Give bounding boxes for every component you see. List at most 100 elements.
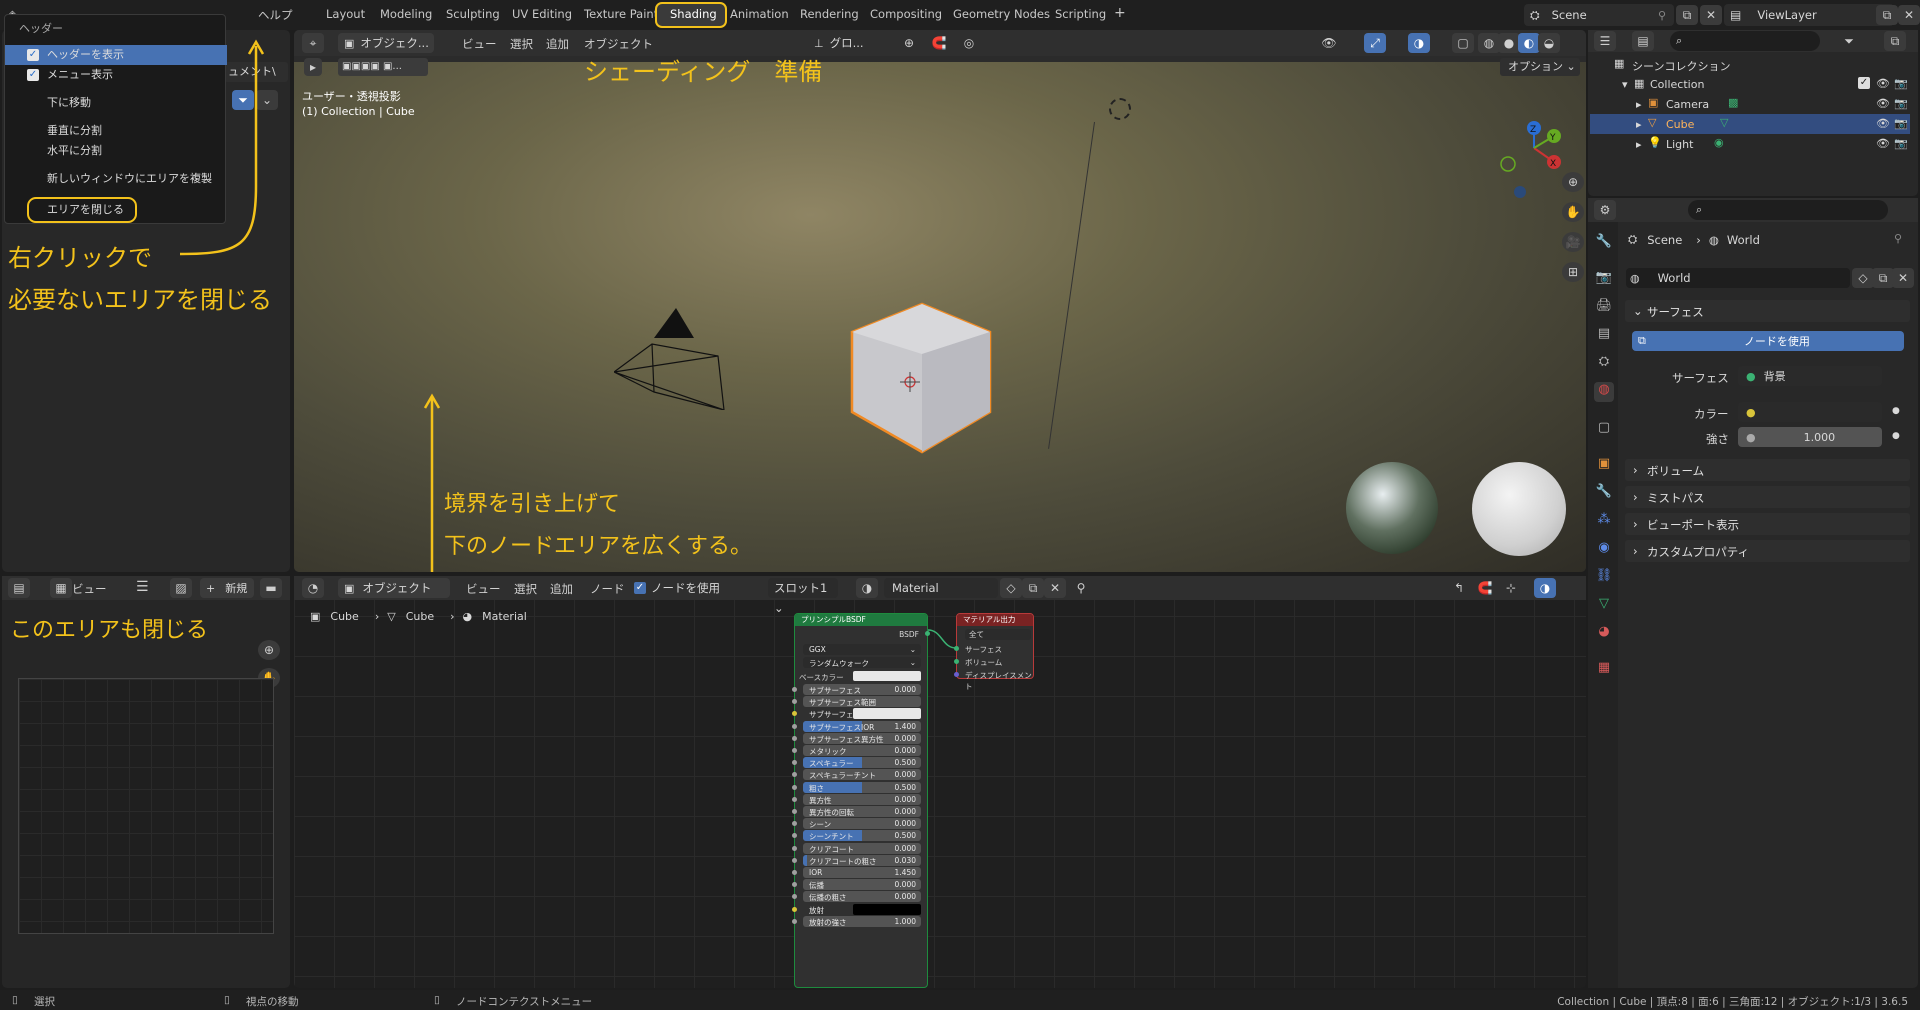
section-mist-pass[interactable]: › ミストパス bbox=[1625, 486, 1910, 508]
section-viewport-display[interactable]: › ビューポート表示 bbox=[1625, 513, 1910, 535]
xray-icon[interactable]: ▢ bbox=[1452, 33, 1474, 53]
bsdf-input-row[interactable]: クリアコートの粗さ 0.030 bbox=[792, 854, 921, 866]
camera-view-icon[interactable]: 🎥 bbox=[1562, 232, 1584, 252]
material-name-field[interactable]: Material bbox=[884, 578, 998, 598]
gizmo-icon[interactable]: ⤢ bbox=[1364, 33, 1386, 53]
node-menu-select[interactable]: 選択 bbox=[514, 581, 537, 597]
tab-texture-paint[interactable]: Texture Paint bbox=[584, 7, 658, 21]
material-browse-icon[interactable]: ◑ bbox=[856, 578, 878, 598]
input-socket[interactable] bbox=[792, 748, 797, 753]
filter-icon[interactable]: ⏷ bbox=[1838, 31, 1860, 51]
tab-shading[interactable]: Shading bbox=[670, 7, 717, 21]
checkbox-icon[interactable]: ✓ bbox=[1858, 77, 1870, 89]
input-socket[interactable] bbox=[792, 809, 797, 814]
color-field[interactable]: ● bbox=[1738, 402, 1882, 422]
zoom-icon[interactable]: ⊕ bbox=[258, 640, 280, 660]
strength-field[interactable]: ● 1.000 bbox=[1738, 427, 1882, 447]
tab-modeling[interactable]: Modeling bbox=[380, 7, 432, 21]
shading-rendered-icon[interactable]: ◒ bbox=[1538, 33, 1560, 53]
add-workspace-button[interactable]: + bbox=[1114, 5, 1126, 21]
tool-tab-icon[interactable]: 🔧 bbox=[1594, 234, 1614, 254]
bsdf-input-row[interactable]: 異方性の回転 0.000 bbox=[792, 806, 921, 817]
ortho-grid-icon[interactable]: ⊞ bbox=[1562, 262, 1584, 282]
editor-type-icon[interactable]: ▤ bbox=[8, 578, 30, 598]
tab-uv-editing[interactable]: UV Editing bbox=[512, 7, 572, 21]
cube-object[interactable] bbox=[850, 302, 1000, 462]
viewport-menu-add[interactable]: 追加 bbox=[546, 36, 569, 52]
principled-bsdf-node[interactable]: プリンシプルBSDF BSDF GGX ⌄ ランダムウォーク ⌄ ベースカラー サブ… bbox=[792, 613, 930, 988]
bsdf-input-row[interactable]: 粗さ 0.500 bbox=[792, 781, 921, 793]
input-socket[interactable] bbox=[792, 845, 797, 851]
shading-solid-icon[interactable]: ● bbox=[1498, 33, 1520, 53]
volume-socket[interactable] bbox=[954, 659, 959, 664]
outliner-root[interactable]: ▦ シーンコレクション bbox=[1590, 54, 1910, 74]
input-socket[interactable] bbox=[792, 723, 797, 729]
node-menu-view[interactable]: ビュー bbox=[466, 581, 501, 597]
transform-orientation[interactable]: ⊥ グロ... bbox=[814, 33, 892, 53]
image-grid[interactable] bbox=[18, 678, 274, 934]
scene-selector[interactable]: ⛭ Scene ⚲ bbox=[1524, 4, 1674, 26]
bsdf-input-row[interactable]: シーン 0.000 bbox=[792, 818, 921, 830]
shading-wireframe-icon[interactable]: ◍ bbox=[1478, 33, 1500, 53]
eye-icon[interactable]: 👁 bbox=[1876, 97, 1890, 110]
shader-node-editor[interactable]: ◔ ▣ オブジェクト ビュー 選択 追加 ノード ✓ ノードを使用 スロット1 … bbox=[294, 576, 1586, 988]
bsdf-input-row[interactable]: 伝播の粗さ 0.000 bbox=[792, 891, 921, 903]
tab-geometry-nodes[interactable]: Geometry Nodes bbox=[953, 7, 1050, 21]
view-layer-selector[interactable]: ▤ ViewLayer bbox=[1724, 4, 1894, 26]
select-mode-buttons[interactable]: ▣▣▣▣ ▣... bbox=[338, 58, 428, 76]
unlink-material-icon[interactable]: ✕ bbox=[1044, 578, 1066, 598]
keyframe-dot-icon[interactable]: ● bbox=[1892, 431, 1900, 441]
displacement-socket[interactable] bbox=[954, 672, 959, 677]
outliner-search-input[interactable]: ⌕ bbox=[1670, 31, 1820, 51]
bsdf-input-row[interactable]: 伝播 0.000 bbox=[792, 879, 921, 891]
image-mode-icon[interactable]: ▦ bbox=[50, 578, 72, 598]
input-socket[interactable] bbox=[792, 687, 797, 692]
unlink-world-icon[interactable]: ✕ bbox=[1892, 268, 1914, 288]
delete-scene-icon[interactable]: ✕ bbox=[1700, 5, 1722, 25]
shading-material-icon[interactable]: ◐ bbox=[1518, 33, 1540, 53]
viewport-menu-object[interactable]: オブジェクト bbox=[584, 36, 653, 52]
pivot-icon[interactable]: ⊕ bbox=[898, 33, 920, 53]
duplicate-material-icon[interactable]: ⧉ bbox=[1022, 578, 1044, 598]
viewport-3d[interactable]: ⌖ ▣ オブジェク... ビュー 選択 追加 オブジェクト ⊥ グロ... ⊕ 🧲… bbox=[294, 30, 1586, 572]
bsdf-input-row[interactable]: スペキュラー 0.500 bbox=[792, 757, 921, 769]
delete-view-layer-icon[interactable]: ✕ bbox=[1898, 5, 1920, 25]
editor-type-icon[interactable]: ☰ bbox=[1594, 31, 1616, 51]
bsdf-input-row[interactable]: 放射 bbox=[792, 903, 921, 915]
menu-help[interactable]: ヘルプ bbox=[258, 7, 293, 23]
data-tab-icon[interactable]: ▽ bbox=[1594, 596, 1614, 616]
surface-socket[interactable] bbox=[954, 646, 959, 651]
physics-tab-icon[interactable]: ◉ bbox=[1594, 540, 1614, 560]
view-layer-tab-icon[interactable]: ▤ bbox=[1594, 326, 1614, 346]
object-tab-icon[interactable]: ▣ bbox=[1594, 456, 1614, 476]
overlay-icon[interactable]: ◑ bbox=[1534, 578, 1556, 598]
input-socket[interactable] bbox=[792, 699, 797, 705]
input-socket[interactable] bbox=[792, 894, 797, 900]
color-swatch[interactable] bbox=[853, 708, 921, 720]
bsdf-input-row[interactable]: IOR 1.450 bbox=[792, 867, 921, 878]
input-socket[interactable] bbox=[792, 906, 797, 912]
viewport-menu-select[interactable]: 選択 bbox=[510, 36, 533, 52]
input-socket[interactable] bbox=[792, 735, 797, 741]
eye-icon[interactable]: 👁 bbox=[1876, 137, 1890, 150]
input-socket[interactable] bbox=[792, 918, 797, 924]
collection-tab-icon[interactable]: ▢ bbox=[1594, 420, 1614, 440]
zoom-icon[interactable]: ⊕ bbox=[1562, 172, 1584, 192]
world-tab-icon[interactable]: ◍ bbox=[1594, 382, 1614, 402]
bsdf-input-row[interactable]: 放射の強さ 1.000 bbox=[792, 915, 921, 927]
pan-hand-icon[interactable]: ✋ bbox=[1562, 202, 1584, 222]
proportional-edit-icon[interactable]: ◎ bbox=[958, 33, 980, 53]
input-socket[interactable] bbox=[792, 760, 797, 766]
texture-tab-icon[interactable]: ▦ bbox=[1594, 660, 1614, 680]
camera-object[interactable] bbox=[614, 300, 734, 410]
new-image-button[interactable]: + 新規 bbox=[200, 578, 254, 598]
new-scene-icon[interactable]: ⧉ bbox=[1676, 5, 1698, 25]
image-browse-icon[interactable]: ▨ bbox=[170, 578, 192, 598]
keyframe-dot-icon[interactable]: ● bbox=[1892, 406, 1900, 416]
input-socket[interactable] bbox=[792, 882, 797, 888]
input-socket[interactable] bbox=[792, 772, 797, 778]
material-output-node[interactable]: マテリアル出力 全て サーフェス ボリューム ディスプレイスメント bbox=[954, 613, 1034, 691]
light-object[interactable] bbox=[1109, 98, 1131, 120]
outliner-item-camera[interactable]: ▸ ▣ Camera ▩ 👁 📷 bbox=[1590, 94, 1910, 114]
checkbox-icon[interactable]: ✓ bbox=[634, 582, 646, 594]
